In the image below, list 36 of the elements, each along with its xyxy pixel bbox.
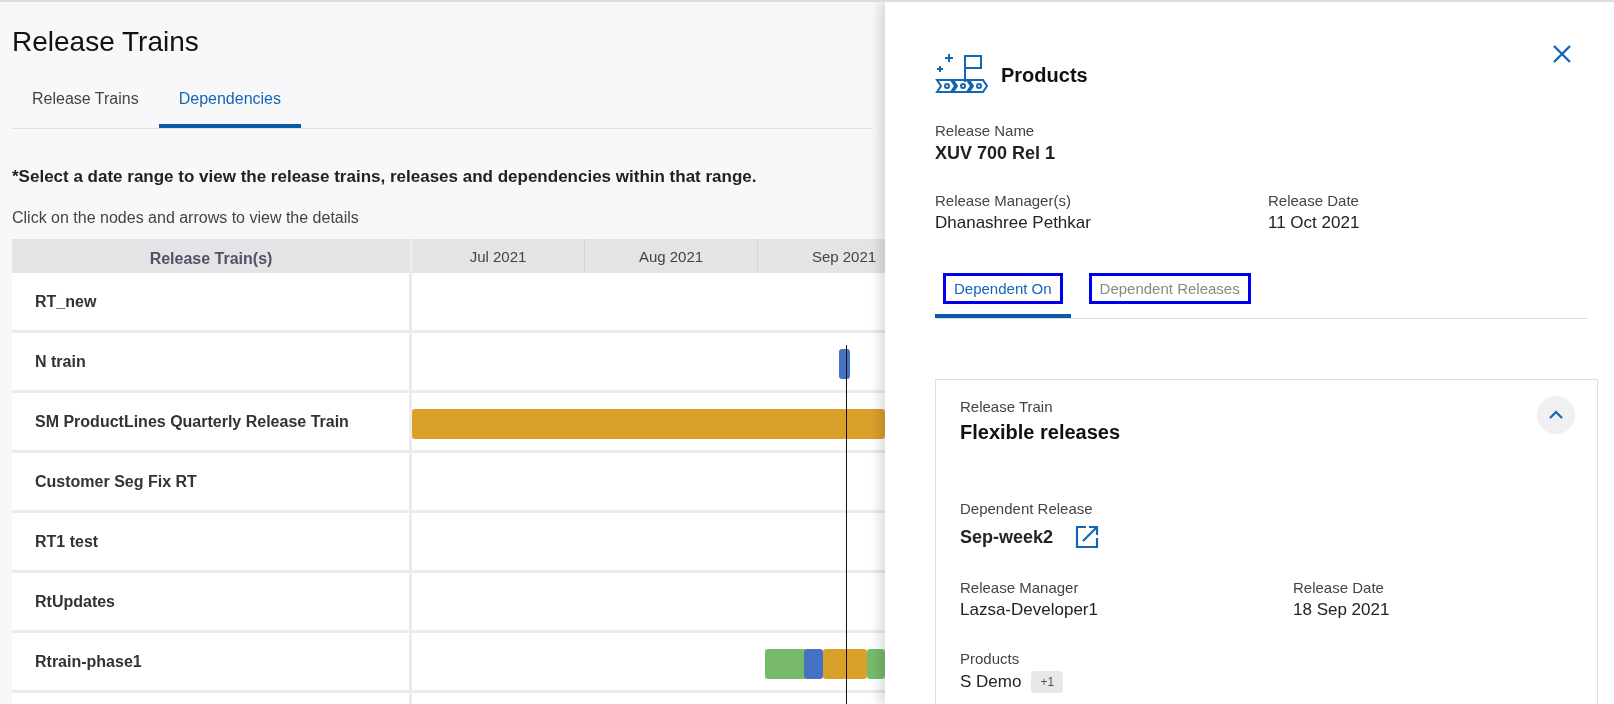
field-label: Release Date <box>1268 192 1360 209</box>
field-label: Release Manager <box>960 579 1080 596</box>
external-link-icon[interactable] <box>1075 525 1100 549</box>
release-train-name[interactable]: RT1 test <box>12 513 412 573</box>
release-bar[interactable] <box>839 349 850 379</box>
more-count-badge[interactable]: +1 <box>1031 671 1064 693</box>
release-bar[interactable] <box>823 649 867 679</box>
product-name: S Demo <box>960 672 1022 692</box>
release-train-name[interactable]: Customer Seg Fix RT <box>12 453 412 513</box>
release-train-name[interactable]: RT_new <box>12 273 412 333</box>
column-header: Release Train(s) <box>12 239 412 273</box>
field-value: 11 Oct 2021 <box>1268 213 1361 233</box>
page-title: Release Trains <box>12 26 200 58</box>
panel-title: Products <box>1001 63 1088 87</box>
dependent-release-name: Sep-week2 <box>960 526 1054 548</box>
tab[interactable]: Dependencies <box>158 80 301 128</box>
instruction-text: *Select a date range to view the release trains, releases and dependencies within that range. <box>12 167 758 187</box>
field-label: Release Name <box>935 122 1036 139</box>
field-label: Release Manager(s) <box>935 192 1072 209</box>
release-train-name[interactable]: RtUpdates <box>12 573 412 633</box>
release-train-name[interactable]: Rtrain-phase1 <box>12 633 412 693</box>
release-train-name[interactable]: N train <box>12 333 412 393</box>
field-label: Products <box>960 650 1021 667</box>
field-label: Dependent Release <box>960 500 1094 517</box>
release-name: XUV 700 Rel 1 <box>935 143 1057 164</box>
field-value: Dhanashree Pethkar <box>935 213 1092 233</box>
release-train-name[interactable]: SM ProductLines Quarterly Release Train <box>12 393 412 453</box>
hint-text: Click on the nodes and arrows to view the details <box>12 209 359 227</box>
field-value: 18 Sep 2021 <box>1293 600 1391 620</box>
field-label: Release Train <box>960 398 1054 415</box>
tab[interactable]: Release Trains <box>12 80 159 128</box>
chevron-icon <box>1549 410 1563 420</box>
collapse-button[interactable] <box>1537 396 1575 434</box>
release-train-title: Flexible releases <box>960 421 1122 444</box>
field-label: Release Date <box>1293 579 1385 596</box>
field-value: Lazsa-Developer1 <box>960 600 1099 620</box>
